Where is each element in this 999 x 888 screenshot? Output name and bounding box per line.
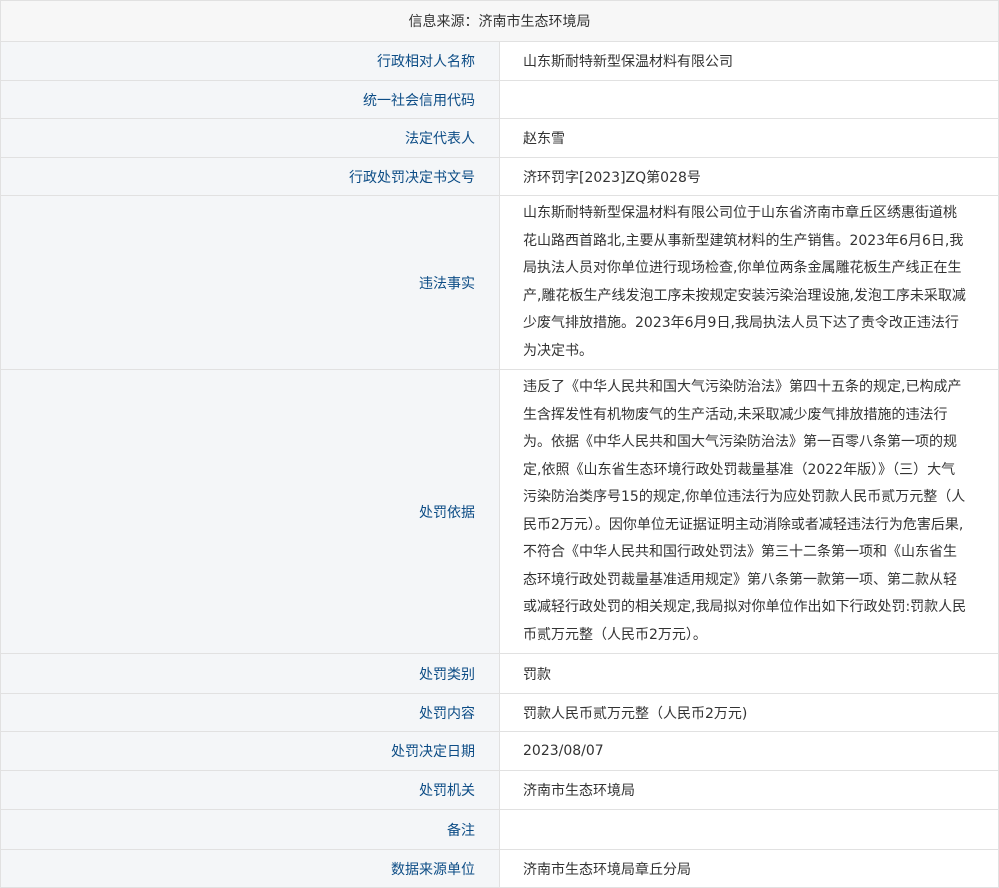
row-label-decision-number: 行政处罚决定书文号 — [0, 157, 500, 196]
table-row: 统一社会信用代码 — [0, 80, 999, 119]
table-row: 处罚依据 违反了《中华人民共和国大气污染防治法》第四十五条的规定,已构成产生含挥… — [0, 369, 999, 654]
table-row: 备注 — [0, 809, 999, 850]
table-row: 处罚类别 罚款 — [0, 653, 999, 694]
row-value-decision-number: 济环罚字[2023]ZQ第028号 — [499, 157, 999, 196]
table-row: 处罚机关 济南市生态环境局 — [0, 770, 999, 810]
row-label-remarks: 备注 — [0, 809, 500, 850]
row-value-penalty-authority: 济南市生态环境局 — [499, 770, 999, 810]
row-value-penalty-content: 罚款人民币贰万元整（人民币2万元) — [499, 693, 999, 732]
row-value-data-source: 济南市生态环境局章丘分局 — [499, 849, 999, 888]
table-row: 处罚内容 罚款人民币贰万元整（人民币2万元) — [0, 693, 999, 732]
row-value-penalty-basis: 违反了《中华人民共和国大气污染防治法》第四十五条的规定,已构成产生含挥发性有机物… — [499, 369, 999, 654]
row-label-penalty-basis: 处罚依据 — [0, 369, 500, 654]
row-label-penalty-type: 处罚类别 — [0, 653, 500, 694]
table-row: 行政处罚决定书文号 济环罚字[2023]ZQ第028号 — [0, 157, 999, 196]
row-label-violation-facts: 违法事实 — [0, 195, 500, 370]
row-value-party-name: 山东斯耐特新型保温材料有限公司 — [499, 41, 999, 81]
row-value-penalty-type: 罚款 — [499, 653, 999, 694]
table-row: 违法事实 山东斯耐特新型保温材料有限公司位于山东省济南市章丘区绣惠街道桃花山路西… — [0, 195, 999, 370]
table-row: 法定代表人 赵东雪 — [0, 118, 999, 158]
row-value-decision-date: 2023/08/07 — [499, 731, 999, 771]
row-value-violation-facts: 山东斯耐特新型保温材料有限公司位于山东省济南市章丘区绣惠街道桃花山路西首路北,主… — [499, 195, 999, 370]
info-source: 信息来源：济南市生态环境局 — [0, 0, 999, 42]
table-row: 行政相对人名称 山东斯耐特新型保温材料有限公司 — [0, 41, 999, 81]
row-label-data-source: 数据来源单位 — [0, 849, 500, 888]
row-value-legal-representative: 赵东雪 — [499, 118, 999, 158]
table-row: 处罚决定日期 2023/08/07 — [0, 731, 999, 771]
table-row: 数据来源单位 济南市生态环境局章丘分局 — [0, 849, 999, 888]
penalty-info-table: 信息来源：济南市生态环境局 行政相对人名称 山东斯耐特新型保温材料有限公司 统一… — [0, 0, 999, 888]
row-label-decision-date: 处罚决定日期 — [0, 731, 500, 771]
row-value-remarks — [499, 809, 999, 850]
row-label-legal-representative: 法定代表人 — [0, 118, 500, 158]
row-label-party-name: 行政相对人名称 — [0, 41, 500, 81]
row-label-penalty-authority: 处罚机关 — [0, 770, 500, 810]
source-row: 信息来源：济南市生态环境局 — [0, 0, 999, 42]
row-label-credit-code: 统一社会信用代码 — [0, 80, 500, 119]
row-value-credit-code — [499, 80, 999, 119]
row-label-penalty-content: 处罚内容 — [0, 693, 500, 732]
